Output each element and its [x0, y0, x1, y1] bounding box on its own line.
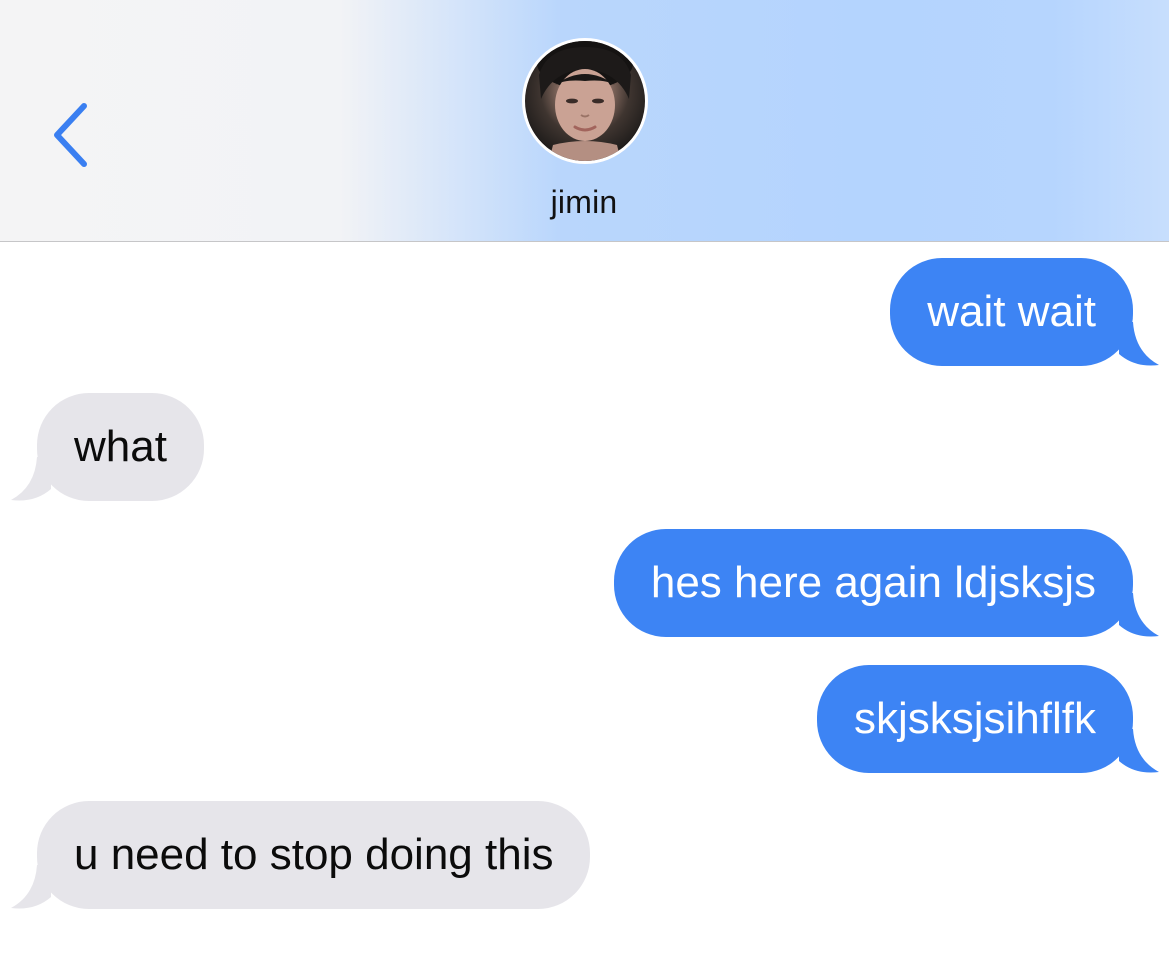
bubble-tail	[1119, 322, 1159, 366]
conversation-header: jimin	[0, 0, 1169, 242]
bubble-tail	[11, 457, 51, 501]
back-button[interactable]	[46, 100, 96, 170]
message-text: what	[74, 422, 167, 471]
message-bubble-outgoing[interactable]: wait wait	[890, 258, 1159, 366]
message-text: wait wait	[927, 287, 1096, 336]
message-text: skjsksjsihflfk	[853, 694, 1096, 743]
contact-photo-icon	[525, 41, 645, 161]
message-bubble-outgoing[interactable]: hes here again ldjsksjs	[613, 529, 1159, 637]
messages-screen: jimin wait wait what hes here again ldjs…	[0, 0, 1169, 975]
message-text: hes here again ldjsksjs	[650, 558, 1096, 607]
contact-name[interactable]: jimin	[484, 184, 684, 221]
message-bubble-incoming[interactable]: what	[11, 393, 204, 501]
chevron-left-icon	[54, 103, 87, 167]
bubble-tail	[11, 865, 51, 909]
message-bubble-incoming[interactable]: u need to stop doing this	[11, 801, 591, 909]
contact-avatar[interactable]	[522, 38, 648, 164]
bubble-tail	[1119, 593, 1159, 637]
bubble-tail	[1119, 729, 1159, 773]
message-text: u need to stop doing this	[74, 830, 554, 879]
message-bubble-outgoing[interactable]: skjsksjsihflfk	[816, 665, 1159, 773]
message-list: wait wait what hes here again ldjsksjs s…	[0, 243, 1169, 975]
